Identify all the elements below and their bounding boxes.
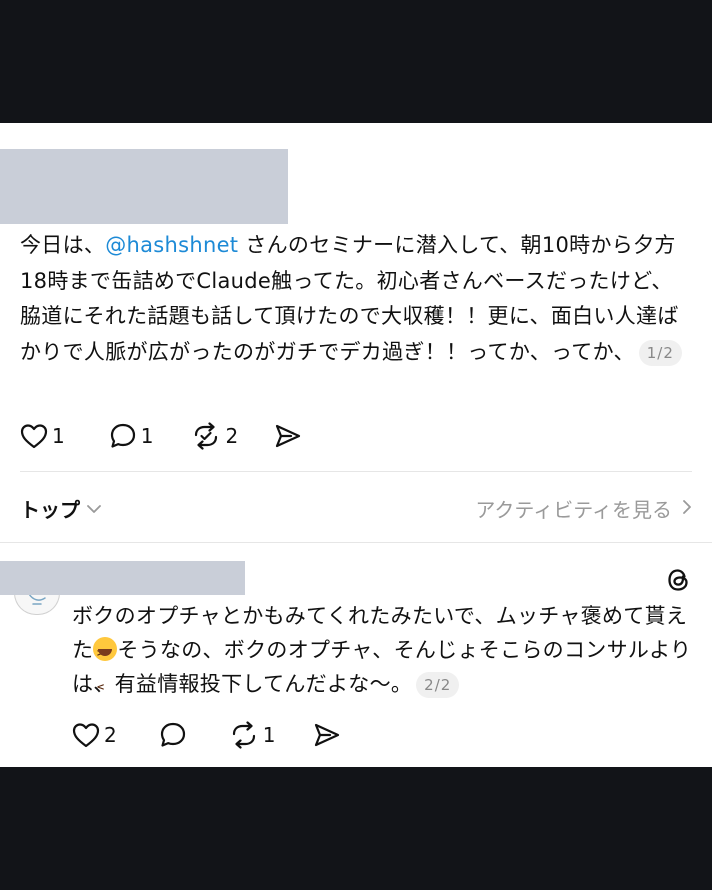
comment-button[interactable] — [159, 721, 187, 749]
sort-label: トップ — [20, 497, 80, 522]
chevron-right-icon — [682, 496, 692, 520]
like-count: 1 — [52, 424, 65, 448]
heart-icon — [72, 722, 100, 748]
repost-count: 1 — [262, 723, 276, 747]
share-icon — [313, 722, 341, 748]
activity-link[interactable]: アクティビティを見る — [475, 494, 692, 523]
repost-button[interactable]: 1 — [229, 721, 276, 749]
like-button[interactable]: 1 — [20, 423, 65, 449]
comment-icon — [159, 721, 187, 749]
divider-line — [20, 471, 692, 472]
heart-icon — [20, 423, 48, 449]
share-icon — [274, 423, 302, 449]
page-indicator: 1/2 — [638, 339, 682, 366]
section-divider — [0, 542, 712, 543]
comment-icon — [109, 422, 137, 450]
repost-button[interactable]: 2 — [191, 422, 238, 450]
sort-bar: トップ アクティビティを見る — [20, 490, 692, 526]
page-indicator: 2/2 — [416, 672, 460, 698]
activity-link-label: アクティビティを見る — [475, 497, 672, 522]
post-text-start: 今日は、 — [20, 233, 106, 257]
repost-count: 2 — [225, 424, 239, 448]
reply-body: ボクのオプチャとかもみてくれたみたいで、ムッチャ褒めて貰えたそうなの、ボクのオプ… — [72, 599, 692, 705]
like-button[interactable]: 2 — [72, 722, 117, 748]
post-actions: 1 1 2 — [20, 419, 302, 453]
comment-count: 1 — [140, 424, 154, 448]
repost-icon — [229, 721, 259, 749]
redacted-username — [0, 561, 245, 595]
redacted-username — [0, 149, 288, 224]
reply-actions: 2 1 — [72, 718, 341, 752]
chevron-down-icon — [86, 496, 102, 520]
laughing-face-icon — [93, 637, 118, 705]
mention-link[interactable]: @hashshnet — [105, 233, 238, 257]
like-count: 2 — [104, 723, 117, 747]
comment-button[interactable]: 1 — [109, 422, 154, 450]
post-body: 今日は、@hashshnet さんのセミナーに潜入して、朝10時から夕方18時ま… — [20, 228, 690, 370]
share-button[interactable] — [313, 722, 341, 748]
sort-dropdown[interactable]: トップ — [20, 494, 102, 523]
repost-icon — [191, 422, 221, 450]
threads-logo-icon — [666, 567, 692, 593]
reply-text-part2: そうなの、ボクのオプチャ、そんじょそこらのコンサルよりは、有益情報投下してんだよ… — [72, 638, 692, 696]
share-button[interactable] — [274, 423, 302, 449]
